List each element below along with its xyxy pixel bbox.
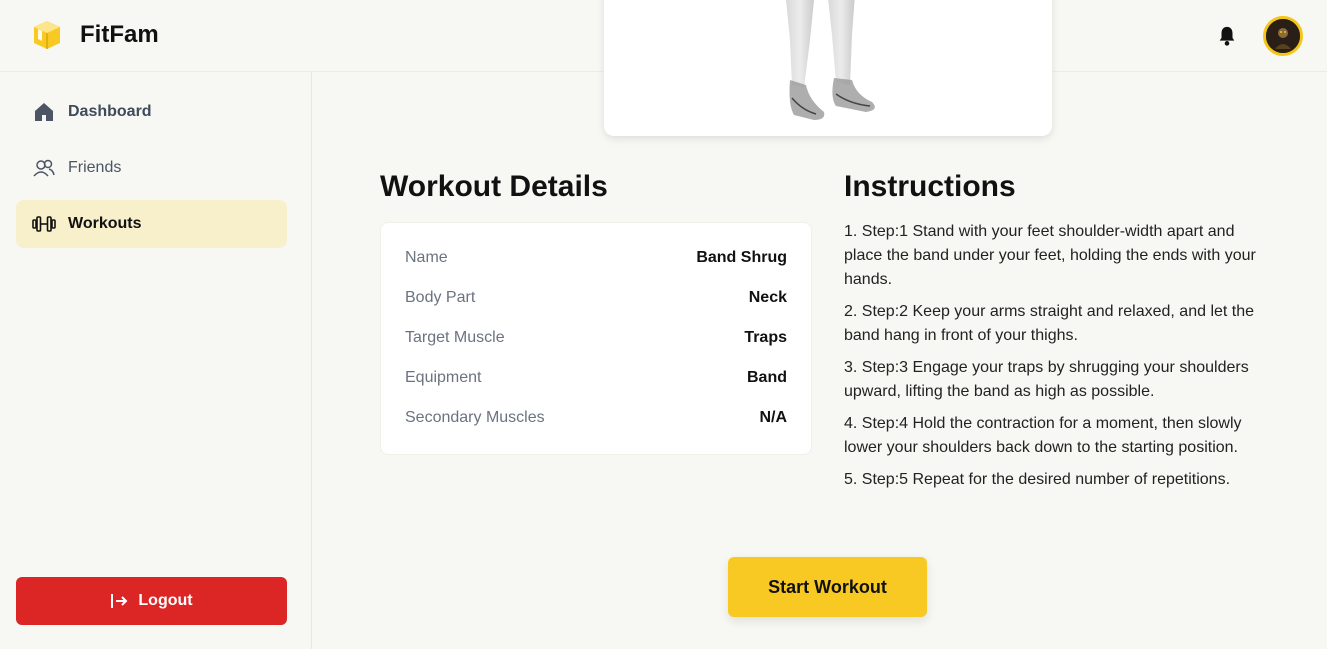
detail-row-equipment: Equipment Band: [405, 369, 787, 389]
bell-icon[interactable]: [1216, 24, 1238, 48]
instruction-step: 5. Step:5 Repeat for the desired number …: [844, 471, 1231, 488]
brand[interactable]: FitFam: [30, 18, 159, 52]
exercise-figure-illustration: [786, 0, 875, 120]
sidebar: Dashboard Friends Workouts Logout: [0, 72, 312, 649]
users-icon: [33, 159, 55, 177]
detail-row-name: Name Band Shrug: [405, 249, 787, 269]
sidebar-item-dashboard[interactable]: Dashboard: [16, 88, 287, 136]
sidebar-item-workouts[interactable]: Workouts: [16, 200, 287, 248]
detail-value: Band Shrug: [696, 249, 787, 266]
detail-value: Traps: [744, 329, 787, 346]
logout-button[interactable]: Logout: [16, 577, 287, 625]
cube-logo-icon: [34, 21, 60, 49]
workout-details-title: Workout Details: [380, 170, 608, 203]
start-workout-button[interactable]: Start Workout: [728, 557, 927, 617]
sidebar-item-label: Workouts: [68, 215, 142, 232]
detail-key: Target Muscle: [405, 329, 505, 346]
logout-icon: [111, 594, 128, 608]
sidebar-item-label: Dashboard: [68, 103, 152, 120]
detail-key: Body Part: [405, 289, 476, 306]
sidebar-item-label: Friends: [68, 159, 122, 176]
detail-value: Band: [747, 369, 787, 386]
instructions-list: 1. Step:1 Stand with your feet shoulder-…: [844, 220, 1274, 500]
logout-label: Logout: [138, 592, 193, 609]
sidebar-item-friends[interactable]: Friends: [16, 144, 287, 192]
user-avatar[interactable]: [1263, 16, 1303, 56]
instructions-title: Instructions: [844, 170, 1016, 203]
instruction-step: 4. Step:4 Hold the contraction for a mom…: [844, 415, 1242, 456]
detail-key: Secondary Muscles: [405, 409, 545, 426]
brand-name: FitFam: [80, 21, 159, 48]
workout-details-card: Name Band Shrug Body Part Neck Target Mu…: [380, 222, 812, 455]
detail-row-secondary-muscles: Secondary Muscles N/A: [405, 409, 787, 429]
detail-value: Neck: [748, 289, 787, 306]
instruction-step: 2. Step:2 Keep your arms straight and re…: [844, 303, 1255, 344]
home-icon: [35, 103, 53, 121]
exercise-image: [604, 0, 1052, 136]
dumbbell-icon: [32, 216, 56, 232]
detail-row-body-part: Body Part Neck: [405, 289, 787, 309]
detail-key: Equipment: [405, 369, 482, 386]
instruction-step: 3. Step:3 Engage your traps by shrugging…: [844, 359, 1249, 400]
instruction-step: 1. Step:1 Stand with your feet shoulder-…: [844, 223, 1256, 288]
detail-value: N/A: [759, 409, 787, 426]
avatar-image: [1266, 19, 1300, 53]
detail-key: Name: [405, 249, 448, 266]
detail-row-target-muscle: Target Muscle Traps: [405, 329, 787, 349]
